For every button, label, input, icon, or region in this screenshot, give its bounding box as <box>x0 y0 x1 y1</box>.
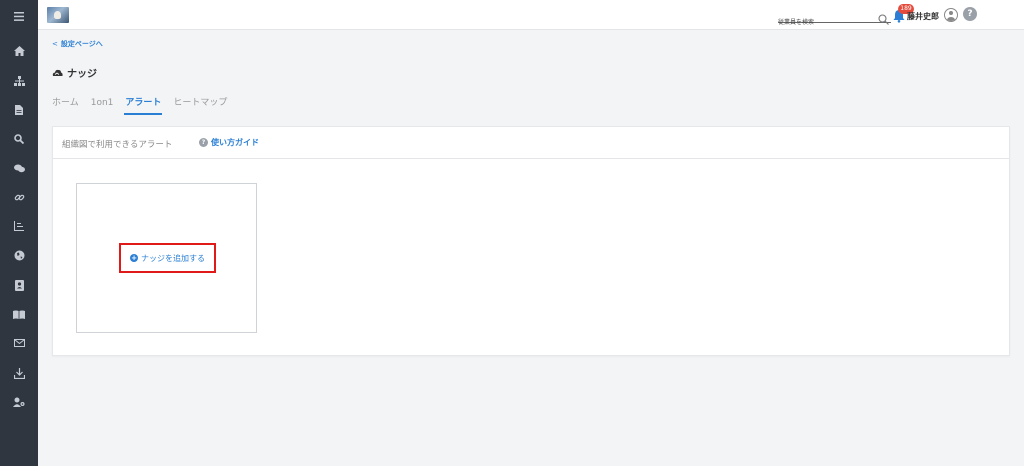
question-icon: ? <box>199 138 208 147</box>
user-settings-icon[interactable] <box>0 391 38 413</box>
usage-guide-link[interactable]: ? 使い方ガイド <box>199 137 259 148</box>
card-header: 組織図で利用できるアラート ? 使い方ガイド <box>53 127 1009 159</box>
alerts-card: 組織図で利用できるアラート ? 使い方ガイド + ナッジを追加する <box>52 126 1010 356</box>
add-nudge-panel: + ナッジを追加する <box>76 183 257 333</box>
back-link-label: 設定ページへ <box>60 40 103 48</box>
download-icon[interactable] <box>0 362 38 384</box>
sidebar <box>0 0 38 466</box>
page-title: ナッジ <box>52 65 97 80</box>
tab-alert[interactable]: アラート <box>124 96 163 116</box>
search-icon[interactable] <box>0 128 38 150</box>
document-icon[interactable] <box>0 99 38 121</box>
help-icon[interactable]: ? <box>963 7 977 21</box>
mail-icon[interactable] <box>0 332 38 354</box>
tab-home[interactable]: ホーム <box>52 96 79 116</box>
page-title-text: ナッジ <box>67 69 97 80</box>
add-nudge-label: ナッジを追加する <box>141 253 205 263</box>
company-logo[interactable] <box>47 7 69 23</box>
employee-search-input[interactable] <box>778 17 891 26</box>
chart-icon[interactable] <box>0 215 38 237</box>
user-name[interactable]: 藤井史郎 <box>907 11 939 22</box>
menu-icon[interactable] <box>0 5 38 27</box>
search-icon[interactable] <box>878 10 889 25</box>
chevron-left-icon: < <box>52 40 58 48</box>
usage-guide-label: 使い方ガイド <box>211 138 259 147</box>
card-title: 組織図で利用できるアラート <box>62 140 173 150</box>
add-nudge-button[interactable]: + ナッジを追加する <box>119 243 216 273</box>
org-chart-icon[interactable] <box>0 70 38 92</box>
avatar[interactable] <box>944 8 958 22</box>
tab-bar: ホーム 1on1 アラート ヒートマップ <box>52 96 239 116</box>
back-to-settings-link[interactable]: < 設定ページへ <box>52 39 103 49</box>
employee-search[interactable] <box>778 9 891 26</box>
globe-icon[interactable] <box>0 244 38 266</box>
home-icon[interactable] <box>0 40 38 62</box>
plus-icon: + <box>130 254 138 262</box>
nudge-icon <box>52 69 63 76</box>
link-icon[interactable] <box>0 186 38 208</box>
contacts-icon[interactable] <box>0 274 38 296</box>
tab-heatmap[interactable]: ヒートマップ <box>173 96 227 116</box>
tab-1on1[interactable]: 1on1 <box>91 96 114 116</box>
book-icon[interactable] <box>0 303 38 325</box>
chat-icon[interactable] <box>0 157 38 179</box>
